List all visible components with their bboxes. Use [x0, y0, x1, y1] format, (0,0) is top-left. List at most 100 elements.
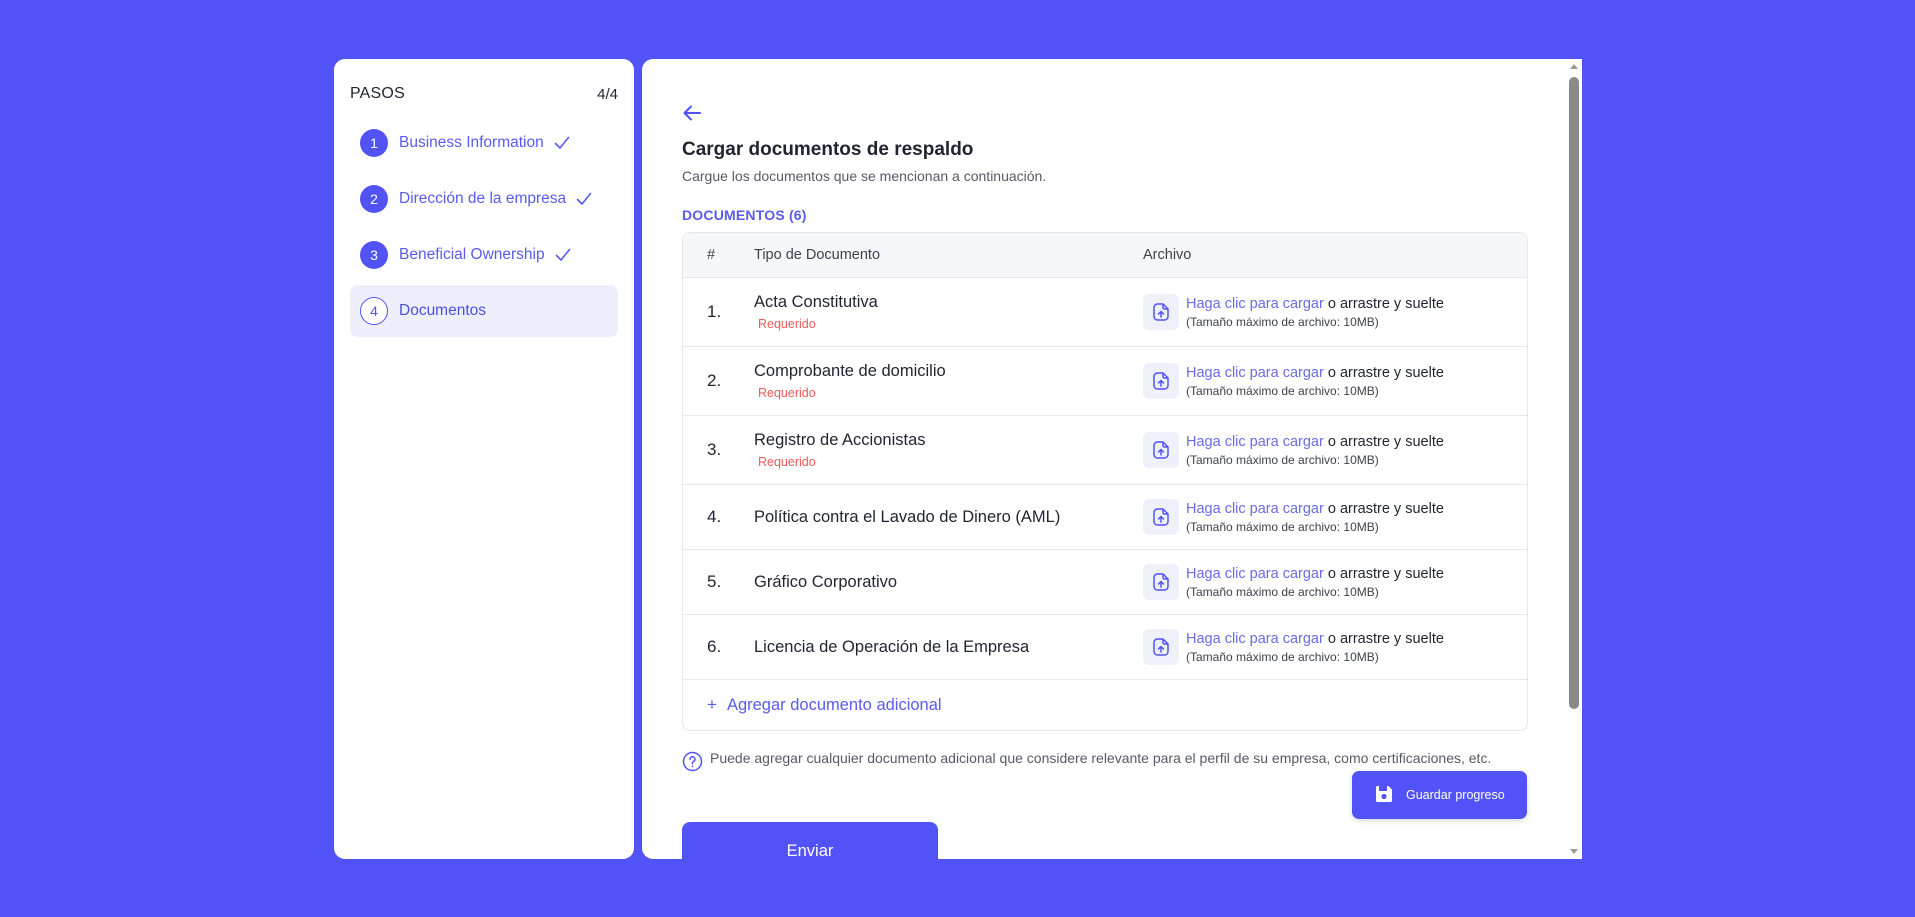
document-name: Licencia de Operación de la Empresa [754, 637, 1030, 656]
check-icon [576, 192, 592, 206]
upload-dropzone[interactable]: Haga clic para cargar o arrastre y suelt… [1143, 499, 1527, 535]
table-row: 1. Acta Constitutiva Requerido Haga clic… [683, 278, 1527, 347]
plus-icon: + [707, 695, 717, 714]
upload-text: Haga clic para cargar o arrastre y suelt… [1186, 566, 1444, 599]
upload-hint: o arrastre y suelte [1323, 433, 1444, 450]
file-upload-icon[interactable] [1143, 564, 1179, 600]
upload-link[interactable]: Haga clic para cargar [1186, 566, 1324, 582]
table-row: 5. Gráfico Corporativo Haga clic para ca… [683, 550, 1527, 615]
table-header: # Tipo de Documento Archivo [683, 233, 1527, 278]
upload-link[interactable]: Haga clic para cargar [1186, 296, 1324, 312]
upload-dropzone[interactable]: Haga clic para cargar o arrastre y suelt… [1143, 432, 1527, 468]
row-number: 5. [707, 572, 722, 591]
page-subtitle: Cargue los documentos que se mencionan a… [682, 168, 1047, 184]
upload-text: Haga clic para cargar o arrastre y suelt… [1186, 365, 1444, 398]
content: Cargar documentos de respaldo Cargue los… [682, 103, 1528, 772]
upload-max-size: (Tamaño máximo de archivo: 10MB) [1186, 452, 1379, 467]
document-name: Gráfico Corporativo [754, 572, 898, 591]
step-label: Documentos [399, 302, 487, 319]
row-number: 2. [707, 371, 722, 390]
document-type-cell: Acta Constitutiva Requerido [754, 293, 1143, 331]
row-number: 6. [707, 637, 722, 656]
upload-dropzone[interactable]: Haga clic para cargar o arrastre y suelt… [1143, 363, 1527, 399]
scroll-down-arrow-icon[interactable] [1570, 849, 1578, 854]
add-document-label: Agregar documento adicional [726, 695, 942, 714]
row-number: 3. [707, 440, 722, 459]
column-header-file: Archivo [1143, 247, 1192, 263]
steps-count: 4/4 [597, 85, 618, 103]
column-header-number: # [707, 247, 716, 263]
upload-max-size: (Tamaño máximo de archivo: 10MB) [1186, 314, 1379, 329]
step-label: Beneficial Ownership [399, 246, 545, 263]
step-number: 3 [360, 241, 388, 269]
back-button[interactable] [682, 103, 706, 127]
column-header-type: Tipo de Documento [754, 247, 881, 263]
step-direccion-empresa[interactable]: 2 Dirección de la empresa [350, 173, 618, 225]
table-row: 6. Licencia de Operación de la Empresa H… [683, 615, 1527, 680]
upload-hint: o arrastre y suelte [1323, 295, 1444, 312]
step-business-information[interactable]: 1 Business Information [350, 117, 618, 169]
step-number: 1 [360, 129, 388, 157]
hint-text: Puede agregar cualquier documento adicio… [710, 750, 1492, 766]
document-type-cell: Registro de Accionistas Requerido [754, 431, 1143, 469]
save-icon [1374, 784, 1406, 807]
row-number: 1. [707, 302, 722, 321]
upload-max-size: (Tamaño máximo de archivo: 10MB) [1186, 519, 1379, 534]
upload-dropzone[interactable]: Haga clic para cargar o arrastre y suelt… [1143, 564, 1527, 600]
upload-max-size: (Tamaño máximo de archivo: 10MB) [1186, 649, 1379, 664]
upload-text: Haga clic para cargar o arrastre y suelt… [1186, 631, 1444, 664]
add-document-button[interactable]: + Agregar documento adicional [683, 680, 1527, 730]
step-number: 4 [360, 297, 388, 325]
page-title: Cargar documentos de respaldo [682, 139, 974, 160]
document-name: Registro de Accionistas [754, 431, 926, 449]
document-type-cell: Gráfico Corporativo [754, 573, 1143, 592]
file-upload-icon[interactable] [1143, 363, 1179, 399]
step-beneficial-ownership[interactable]: 3 Beneficial Ownership [350, 229, 618, 281]
arrow-left-icon [682, 104, 702, 127]
table-row: 4. Política contra el Lavado de Dinero (… [683, 485, 1527, 550]
table-row: 3. Registro de Accionistas Requerido Hag… [683, 416, 1527, 485]
required-label: Requerido [758, 386, 816, 400]
file-upload-icon[interactable] [1143, 432, 1179, 468]
required-label: Requerido [758, 455, 816, 469]
scrollbar[interactable] [1566, 59, 1582, 859]
documents-table: # Tipo de Documento Archivo 1. Acta Cons… [682, 232, 1528, 731]
upload-dropzone[interactable]: Haga clic para cargar o arrastre y suelt… [1143, 629, 1527, 665]
upload-max-size: (Tamaño máximo de archivo: 10MB) [1186, 584, 1379, 599]
upload-link[interactable]: Haga clic para cargar [1186, 365, 1324, 381]
document-name: Política contra el Lavado de Dinero (AML… [754, 507, 1061, 526]
upload-text: Haga clic para cargar o arrastre y suelt… [1186, 501, 1444, 534]
upload-link[interactable]: Haga clic para cargar [1186, 434, 1324, 450]
steps-sidebar: PASOS 4/4 1 Business Information 2 Direc… [334, 59, 634, 859]
document-name: Comprobante de domicilio [754, 362, 946, 380]
document-type-cell: Comprobante de domicilio Requerido [754, 362, 1143, 400]
save-progress-button[interactable]: Guardar progreso [1352, 771, 1527, 819]
row-number: 4. [707, 507, 722, 526]
documents-count-label: DOCUMENTOS (6) [682, 207, 807, 223]
additional-docs-hint: Puede agregar cualquier documento adicio… [682, 749, 1528, 772]
upload-link[interactable]: Haga clic para cargar [1186, 501, 1324, 517]
submit-button[interactable]: Enviar [682, 822, 938, 859]
document-type-cell: Política contra el Lavado de Dinero (AML… [754, 508, 1143, 527]
steps-title: PASOS [350, 85, 405, 102]
upload-hint: o arrastre y suelte [1323, 565, 1444, 582]
upload-dropzone[interactable]: Haga clic para cargar o arrastre y suelt… [1143, 294, 1527, 330]
upload-text: Haga clic para cargar o arrastre y suelt… [1186, 434, 1444, 467]
file-upload-icon[interactable] [1143, 499, 1179, 535]
upload-hint: o arrastre y suelte [1323, 500, 1444, 517]
upload-link[interactable]: Haga clic para cargar [1186, 631, 1324, 647]
upload-max-size: (Tamaño máximo de archivo: 10MB) [1186, 383, 1379, 398]
scrollbar-thumb[interactable] [1569, 77, 1579, 709]
file-upload-icon[interactable] [1143, 629, 1179, 665]
step-documentos[interactable]: 4 Documentos [350, 285, 618, 337]
required-label: Requerido [758, 317, 816, 331]
file-upload-icon[interactable] [1143, 294, 1179, 330]
table-row: 2. Comprobante de domicilio Requerido Ha… [683, 347, 1527, 416]
save-progress-label: Guardar progreso [1406, 788, 1505, 802]
scroll-up-arrow-icon[interactable] [1570, 64, 1578, 69]
document-type-cell: Licencia de Operación de la Empresa [754, 638, 1143, 657]
upload-hint: o arrastre y suelte [1323, 364, 1444, 381]
main-panel: Cargar documentos de respaldo Cargue los… [642, 59, 1582, 859]
step-number: 2 [360, 185, 388, 213]
check-icon [555, 248, 571, 262]
